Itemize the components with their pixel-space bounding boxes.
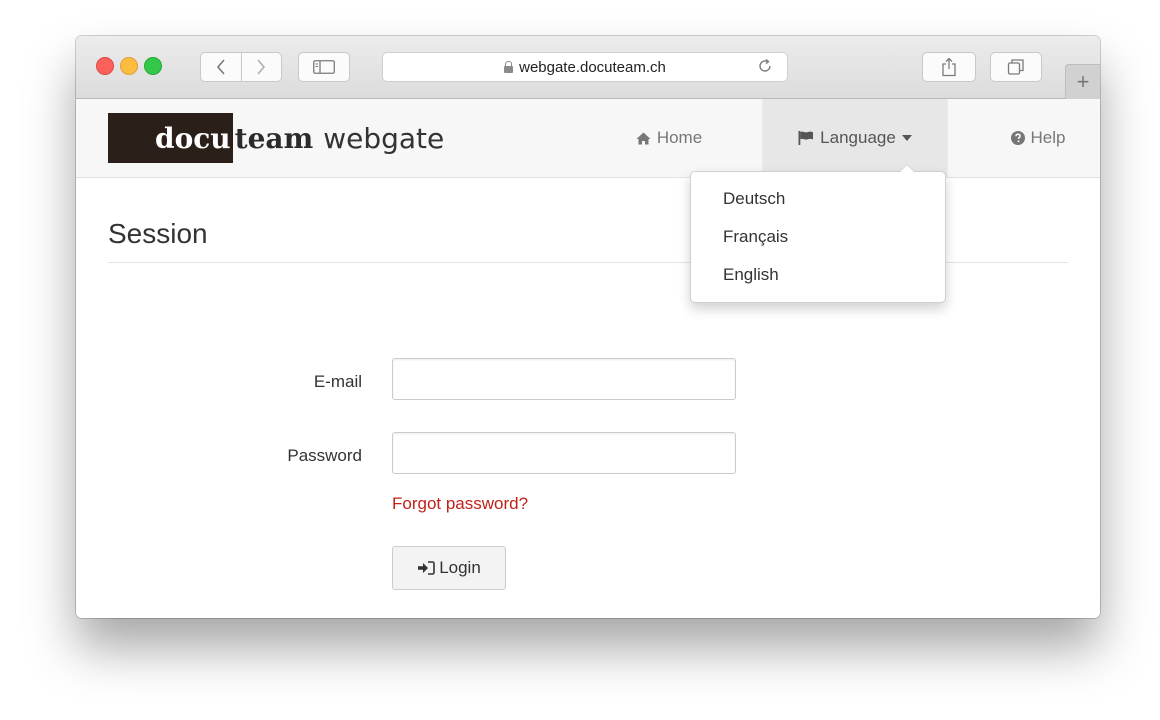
forgot-password-link[interactable]: Forgot password?: [392, 494, 528, 514]
nav-help-link[interactable]: Help: [986, 99, 1090, 177]
question-circle-icon: [1010, 131, 1025, 145]
tabs-icon: [1007, 59, 1024, 75]
logo-docu-text: docu: [108, 113, 233, 163]
language-item-francais[interactable]: Français: [723, 227, 788, 247]
login-button[interactable]: Login: [392, 546, 506, 590]
share-button[interactable]: [922, 52, 976, 82]
address-bar[interactable]: webgate.docuteam.ch: [382, 52, 788, 82]
reload-icon: [759, 58, 771, 72]
logo-webgate-text: webgate: [323, 121, 445, 155]
sign-in-icon: [418, 561, 435, 575]
flag-icon: [798, 131, 814, 145]
zoom-window-button[interactable]: [144, 57, 162, 75]
close-window-button[interactable]: [96, 57, 114, 75]
nav-language-label: Language: [820, 128, 896, 147]
back-button[interactable]: [201, 53, 241, 81]
minimize-window-button[interactable]: [120, 57, 138, 75]
new-tab-button[interactable]: +: [1065, 64, 1100, 99]
sidebar-toggle-button[interactable]: [298, 52, 350, 82]
nav-home-label: Home: [656, 128, 703, 147]
forward-button[interactable]: [240, 53, 282, 81]
home-icon: [636, 132, 651, 144]
history-nav-group: [200, 52, 282, 82]
browser-window: webgate.docuteam.ch + docu team webgate …: [76, 36, 1100, 618]
email-label: E-mail: [313, 372, 362, 391]
language-item-english[interactable]: English: [723, 265, 779, 285]
title-bar: webgate.docuteam.ch +: [76, 36, 1100, 99]
caret-down-icon: [901, 135, 912, 141]
password-label: Password: [287, 446, 362, 465]
chevron-left-icon: [216, 59, 225, 75]
language-menu: Deutsch Français English: [690, 164, 946, 303]
password-field[interactable]: [392, 432, 736, 474]
email-field[interactable]: [392, 358, 736, 400]
lock-icon: [504, 60, 514, 73]
nav-home-link[interactable]: Home: [624, 99, 714, 177]
chevron-right-icon: [257, 59, 266, 75]
nav-help-label: Help: [1030, 128, 1066, 147]
language-item-deutsch[interactable]: Deutsch: [723, 189, 785, 209]
login-label: Login: [439, 558, 481, 577]
reload-button[interactable]: [757, 58, 773, 78]
main-content: Session E-mail Password Forgot password?…: [76, 178, 1100, 618]
url-text: webgate.docuteam.ch: [519, 58, 666, 76]
plus-icon: +: [1076, 69, 1090, 94]
share-icon: [942, 57, 956, 77]
site-logo[interactable]: docu team webgate: [108, 111, 444, 165]
nav-language-dropdown[interactable]: Language: [762, 99, 948, 177]
site-navbar: docu team webgate Home Language Help: [76, 99, 1100, 178]
page-title: Session: [108, 218, 208, 249]
tabs-overview-button[interactable]: [990, 52, 1042, 82]
logo-team-text: team: [234, 121, 314, 155]
sidebar-icon: [313, 60, 335, 74]
